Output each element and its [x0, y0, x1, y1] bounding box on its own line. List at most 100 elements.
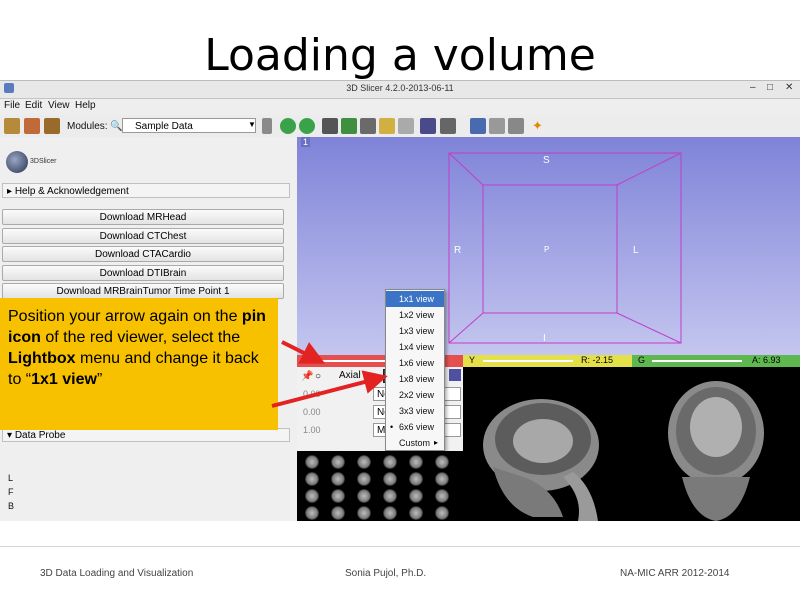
yellow-slider-track[interactable]	[483, 360, 573, 362]
footer-center: Sonia Pujol, Ph.D.	[345, 568, 427, 579]
lightbox-thumbnail	[305, 472, 319, 486]
lightbox-thumbnail	[305, 489, 319, 503]
screenshot-icon[interactable]	[470, 118, 486, 134]
callout-text-1: Position your arrow again on the	[8, 308, 242, 325]
menu-item-1x3[interactable]: 1x3 view	[386, 323, 444, 339]
help-acknowledgement-section[interactable]: ▸ Help & Acknowledgement	[2, 183, 290, 198]
green-slider-track[interactable]	[652, 360, 742, 362]
help-header-label: Help & Acknowledgement	[14, 186, 129, 197]
pin-icon[interactable]: 📌	[301, 371, 313, 382]
menu-item-2x2[interactable]: 2x2 view	[386, 387, 444, 403]
load-dicom-icon[interactable]	[24, 118, 40, 134]
download-ctacardio-button[interactable]: Download CTACardio	[2, 246, 284, 262]
search-icon[interactable]: 🔍	[110, 121, 122, 132]
lightbox-thumbnail	[383, 472, 397, 486]
lightbox-thumbnail	[357, 506, 371, 520]
green-slice-bar[interactable]: G A: 6.93	[632, 355, 800, 367]
maximize-icon[interactable]: □	[767, 82, 773, 93]
orientation-b: B	[8, 501, 15, 511]
modules-label: Modules:	[67, 121, 108, 132]
opacity-foreground[interactable]: 0.00	[303, 389, 321, 399]
red-lightbox-view[interactable]	[297, 451, 463, 521]
lightbox-thumbnail	[305, 455, 319, 469]
menu-item-3x3[interactable]: 3x3 view	[386, 403, 444, 419]
lightbox-thumbnail	[435, 489, 449, 503]
lightbox-thumbnail	[383, 455, 397, 469]
editor-icon[interactable]	[379, 118, 395, 134]
load-data-icon[interactable]	[4, 118, 20, 134]
layout-icon[interactable]	[420, 118, 436, 134]
menu-item-1x4[interactable]: 1x4 view	[386, 339, 444, 355]
yellow-sagittal-view[interactable]	[463, 367, 632, 521]
menu-edit[interactable]: Edit	[25, 100, 42, 111]
opacity-volume[interactable]: 1.00	[303, 425, 321, 435]
back-icon[interactable]	[280, 118, 296, 134]
models-icon[interactable]	[341, 118, 357, 134]
download-ctchest-button[interactable]: Download CTChest	[2, 228, 284, 244]
footer-right: NA-MIC ARR 2012-2014	[620, 568, 730, 579]
crosshair-icon[interactable]	[440, 118, 456, 134]
close-icon[interactable]: ✕	[785, 82, 793, 93]
transforms-icon[interactable]	[398, 118, 414, 134]
python-icon[interactable]	[508, 118, 524, 134]
menu-item-6x6[interactable]: 6x6 view	[386, 419, 444, 435]
data-probe-section[interactable]: ▾ Data Probe	[2, 428, 290, 442]
callout-text-4: ”	[96, 371, 103, 388]
logo-text: 3DSlicer	[30, 158, 57, 165]
lightbox-thumbnail	[357, 472, 371, 486]
fiducial-icon[interactable]: ✦	[532, 118, 543, 134]
menu-item-1x2[interactable]: 1x2 view	[386, 307, 444, 323]
download-mrhead-button[interactable]: Download MRHead	[2, 209, 284, 225]
footer-divider	[0, 546, 800, 547]
more-options-icon[interactable]	[449, 369, 461, 381]
green-readout: A: 6.93	[752, 355, 781, 365]
menu-item-1x1[interactable]: 1x1 view	[386, 291, 444, 307]
green-coronal-view[interactable]	[632, 367, 800, 521]
menu-help[interactable]: Help	[75, 100, 96, 111]
download-dtibrain-button[interactable]: Download DTIBrain	[2, 265, 284, 281]
download-mrbraintumor-button[interactable]: Download MRBrainTumor Time Point 1	[2, 283, 284, 299]
menu-file[interactable]: File	[4, 100, 20, 111]
instruction-text: Position your arrow again on the pin ico…	[8, 306, 276, 390]
menu-item-1x6[interactable]: 1x6 view	[386, 355, 444, 371]
save-icon[interactable]	[44, 118, 60, 134]
lightbox-menu: 1x1 view 1x2 view 1x3 view 1x4 view 1x6 …	[385, 289, 445, 451]
cube-icon[interactable]	[322, 118, 338, 134]
lightbox-thumbnail	[435, 506, 449, 520]
lightbox-thumbnail	[409, 472, 423, 486]
scene-view-icon[interactable]	[489, 118, 505, 134]
module-history-icon[interactable]	[262, 118, 272, 134]
eye-icon[interactable]: ○	[315, 371, 321, 382]
lightbox-thumbnail	[331, 455, 345, 469]
module-selector[interactable]: Sample Data	[122, 118, 256, 133]
menu-item-1x8[interactable]: 1x8 view	[386, 371, 444, 387]
callout-bold-1x1: 1x1 view	[31, 371, 97, 388]
lightbox-thumbnail	[383, 489, 397, 503]
orientation-l: L	[8, 473, 14, 483]
minimize-icon[interactable]: –	[750, 82, 756, 93]
lightbox-thumbnail	[409, 506, 423, 520]
lightbox-thumbnail	[409, 455, 423, 469]
3d-view[interactable]: 1 S R L P I	[297, 137, 800, 355]
volumes-icon[interactable]	[360, 118, 376, 134]
menu-view[interactable]: View	[48, 100, 70, 111]
red-bar-label: R	[303, 355, 310, 365]
slide-title: Loading a volume	[204, 30, 596, 81]
opacity-background[interactable]: 0.00	[303, 407, 321, 417]
label-right: R	[454, 245, 462, 256]
orientation-value[interactable]: Axial	[339, 370, 361, 381]
label-inferior: I	[543, 333, 546, 344]
menubar: File Edit View Help	[0, 99, 800, 115]
submenu-arrow-icon: ▸	[434, 438, 439, 447]
yellow-slice-bar[interactable]: Y R: -2.15	[463, 355, 632, 367]
window-titlebar: 3D Slicer 4.2.0-2013-06-11 – □ ✕	[0, 81, 800, 99]
callout-bold-lightbox: Lightbox	[8, 350, 76, 367]
label-posterior: P	[544, 245, 550, 254]
chevron-down-icon[interactable]: ▼	[248, 120, 256, 129]
lightbox-thumbnail	[331, 489, 345, 503]
orientation-f: F	[8, 487, 14, 497]
lightbox-thumbnail	[305, 506, 319, 520]
forward-icon[interactable]	[299, 118, 315, 134]
label-left: L	[633, 245, 639, 256]
callout-text-2: of the red viewer, select the	[40, 329, 241, 346]
